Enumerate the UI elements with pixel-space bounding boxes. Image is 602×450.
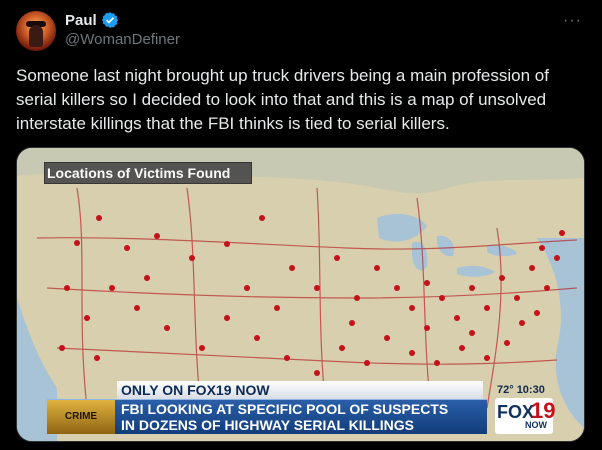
station-logo: FOX 19 NOW — [495, 398, 555, 434]
exclusive-tag: ONLY ON FOX19 NOW — [117, 381, 483, 399]
verified-badge-icon — [101, 11, 119, 29]
news-lower-third: CRIME WATCH FBI LOOKING AT SPECIFIC POOL… — [47, 399, 487, 434]
post-header: Paul @WomanDefiner ··· — [16, 8, 586, 52]
post-text: Someone last night brought up truck driv… — [16, 66, 549, 133]
weather-time: 72° 10:30 — [497, 384, 545, 396]
display-name[interactable]: Paul — [65, 12, 97, 29]
headline-line-2: IN DOZENS OF HIGHWAY SERIAL KILLINGS — [121, 417, 414, 433]
avatar[interactable] — [16, 11, 56, 51]
post-media[interactable]: Locations of Victims Found ONLY ON FOX19… — [16, 147, 585, 442]
avatar-figure — [29, 25, 43, 47]
name-row: Paul — [65, 11, 119, 29]
more-options-icon[interactable]: ··· — [563, 12, 582, 30]
handle[interactable]: @WomanDefiner — [65, 31, 180, 48]
logo-now: NOW — [525, 420, 547, 430]
map-title-banner: Locations of Victims Found — [44, 162, 252, 184]
segment-tag: CRIME WATCH — [47, 400, 115, 434]
headline: FBI LOOKING AT SPECIFIC POOL OF SUSPECTS… — [121, 401, 481, 433]
headline-line-1: FBI LOOKING AT SPECIFIC POOL OF SUSPECTS — [121, 401, 449, 417]
